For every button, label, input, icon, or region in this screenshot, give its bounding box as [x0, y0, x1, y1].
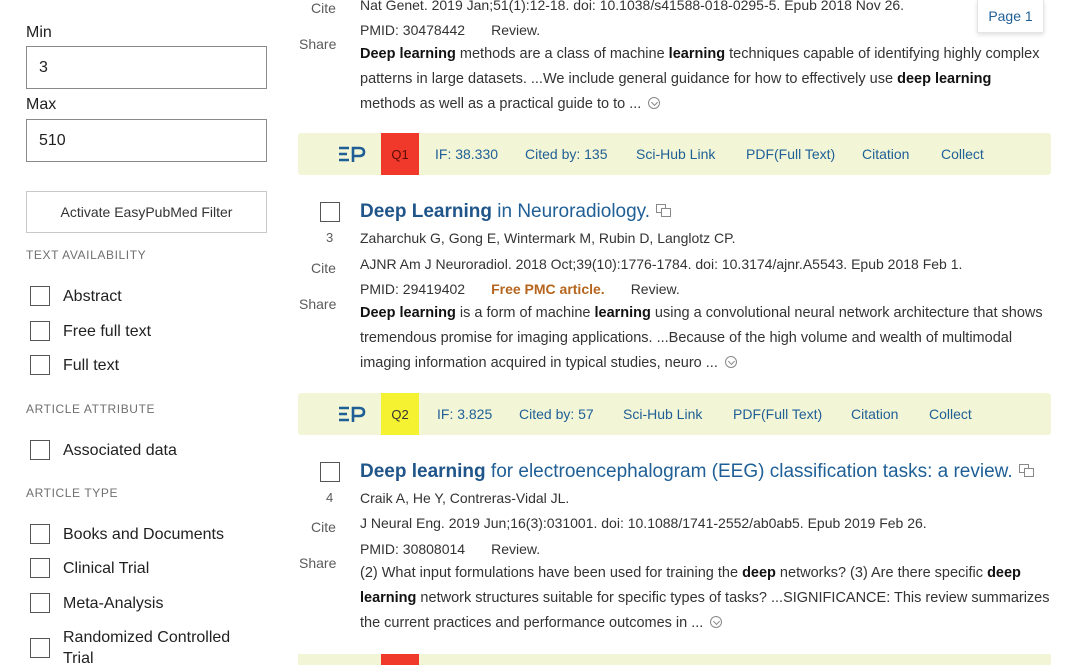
- similar-articles-icon[interactable]: [1018, 463, 1034, 477]
- filter-clinical-trial[interactable]: Clinical Trial: [30, 558, 149, 579]
- cited-by-link[interactable]: Cited by: 57: [519, 406, 594, 422]
- easypubmed-bar: Q2 IF: 3.825 Cited by: 57 Sci-Hub Link P…: [298, 393, 1051, 435]
- quartile-badge: Q2: [381, 393, 419, 435]
- article-attribute-heading: ARTICLE ATTRIBUTE: [26, 402, 156, 416]
- filter-label: Free full text: [63, 323, 152, 340]
- impact-factor: IF: 38.330: [435, 146, 499, 162]
- similar-articles-icon[interactable]: [656, 203, 672, 217]
- pmid: PMID: 29419402: [360, 281, 466, 297]
- pdf-full-text-link[interactable]: PDF(Full Text): [746, 146, 835, 162]
- filter-label: Associated data: [63, 442, 177, 459]
- filter-books-and-documents[interactable]: Books and Documents: [30, 524, 224, 545]
- free-pmc-article-link[interactable]: Free PMC article.: [491, 281, 605, 297]
- cite-button[interactable]: Cite: [311, 260, 336, 276]
- snippet-text: Deep learning methods are a class of mac…: [360, 46, 1040, 112]
- meta-analysis-checkbox[interactable]: [30, 593, 50, 613]
- easypubmed-bar: Q1 IF: 38.330 Cited by: 135 Sci-Hub Link…: [298, 133, 1051, 175]
- result-pmid-line: PMID: 30808014 Review.: [360, 541, 540, 557]
- filter-meta-analysis[interactable]: Meta-Analysis: [30, 593, 163, 614]
- scihub-link[interactable]: Sci-Hub Link: [623, 406, 702, 422]
- impact-factor: IF: 3.825: [437, 406, 493, 422]
- ep-logo-icon: [339, 146, 366, 162]
- review-tag: Review.: [491, 22, 541, 38]
- easypubmed-bar: [298, 654, 1051, 665]
- result-snippet: (2) What input formulations have been us…: [360, 561, 1050, 636]
- share-button[interactable]: Share: [299, 296, 336, 312]
- result-number: 4: [326, 490, 334, 505]
- quartile-badge: Q1: [381, 133, 419, 175]
- result-snippet: Deep learning methods are a class of mac…: [360, 42, 1050, 117]
- filter-label: Randomized Controlled Trial: [63, 629, 231, 665]
- cited-by-link[interactable]: Cited by: 135: [525, 146, 608, 162]
- result-journal: AJNR Am J Neuroradiol. 2018 Oct;39(10):1…: [360, 256, 963, 272]
- cite-button[interactable]: Cite: [311, 0, 336, 16]
- pmid: PMID: 30478442: [360, 22, 466, 38]
- result-number: 3: [326, 230, 334, 245]
- filter-associated-data[interactable]: Associated data: [30, 440, 177, 461]
- result-pmid-line: PMID: 29419402 Free PMC article. Review.: [360, 281, 680, 297]
- result-pmid-line: PMID: 30478442 Review.: [360, 22, 540, 38]
- result-title-link[interactable]: Deep Learning in Neuroradiology.: [360, 201, 672, 223]
- select-result-checkbox[interactable]: [320, 202, 340, 222]
- max-label: Max: [26, 96, 57, 113]
- select-result-checkbox[interactable]: [320, 462, 340, 482]
- share-button[interactable]: Share: [299, 36, 336, 52]
- filter-free-full-text[interactable]: Free full text: [30, 321, 151, 342]
- result-authors: Craik A, He Y, Contreras-Vidal JL.: [360, 490, 570, 506]
- filter-label: Abstract: [63, 288, 122, 305]
- quartile-badge: [381, 654, 419, 665]
- filter-label: Books and Documents: [63, 526, 224, 543]
- review-tag: Review.: [491, 541, 541, 557]
- title-text: for electroencephalogram (EEG) classific…: [485, 461, 1013, 482]
- min-input[interactable]: [26, 46, 267, 89]
- min-label: Min: [26, 24, 52, 41]
- free-full-text-checkbox[interactable]: [30, 321, 50, 341]
- filter-label: Clinical Trial: [63, 560, 150, 577]
- max-input[interactable]: [26, 119, 267, 162]
- snippet-text: Deep learning is a form of machine learn…: [360, 305, 1043, 371]
- title-highlight: Deep learning: [360, 461, 486, 482]
- clinical-trial-checkbox[interactable]: [30, 558, 50, 578]
- filter-sidebar: Min Max Activate EasyPubMed Filter TEXT …: [0, 0, 290, 665]
- snippet-text: (2) What input formulations have been us…: [360, 565, 1050, 631]
- article-type-heading: ARTICLE TYPE: [26, 486, 119, 500]
- filter-label: Meta-Analysis: [63, 595, 164, 612]
- full-text-checkbox[interactable]: [30, 355, 50, 375]
- books-and-documents-checkbox[interactable]: [30, 524, 50, 544]
- filter-abstract[interactable]: Abstract: [30, 286, 122, 307]
- expand-snippet-icon[interactable]: [710, 616, 723, 629]
- abstract-checkbox[interactable]: [30, 286, 50, 306]
- result-authors: Zaharchuk G, Gong E, Wintermark M, Rubin…: [360, 230, 736, 246]
- expand-snippet-icon[interactable]: [648, 97, 661, 110]
- cite-button[interactable]: Cite: [311, 519, 336, 535]
- randomized-controlled-trial-checkbox[interactable]: [30, 638, 50, 658]
- associated-data-checkbox[interactable]: [30, 440, 50, 460]
- title-text: in Neuroradiology.: [491, 201, 651, 222]
- result-title-link[interactable]: Deep learning for electroencephalogram (…: [360, 461, 1034, 483]
- scihub-link[interactable]: Sci-Hub Link: [636, 146, 715, 162]
- pdf-full-text-link[interactable]: PDF(Full Text): [733, 406, 822, 422]
- collect-link[interactable]: Collect: [929, 406, 972, 422]
- filter-label: Full text: [63, 357, 120, 374]
- title-highlight: Deep Learning: [360, 201, 492, 222]
- expand-snippet-icon[interactable]: [724, 356, 737, 369]
- collect-link[interactable]: Collect: [941, 146, 984, 162]
- text-availability-heading: TEXT AVAILABILITY: [26, 248, 147, 262]
- citation-link[interactable]: Citation: [862, 146, 909, 162]
- page-indicator: Page 1: [977, 0, 1044, 33]
- result-journal: Nat Genet. 2019 Jan;51(1):12-18. doi: 10…: [360, 0, 905, 13]
- pmid: PMID: 30808014: [360, 541, 466, 557]
- ep-logo-icon: [339, 406, 366, 422]
- review-tag: Review.: [630, 281, 680, 297]
- result-snippet: Deep learning is a form of machine learn…: [360, 301, 1050, 376]
- filter-full-text[interactable]: Full text: [30, 355, 119, 376]
- filter-randomized-controlled-trial[interactable]: Randomized Controlled Trial: [30, 627, 250, 665]
- citation-link[interactable]: Citation: [851, 406, 898, 422]
- activate-easypubmed-filter-button[interactable]: Activate EasyPubMed Filter: [26, 191, 267, 233]
- share-button[interactable]: Share: [299, 555, 336, 571]
- result-journal: J Neural Eng. 2019 Jun;16(3):031001. doi…: [360, 515, 927, 531]
